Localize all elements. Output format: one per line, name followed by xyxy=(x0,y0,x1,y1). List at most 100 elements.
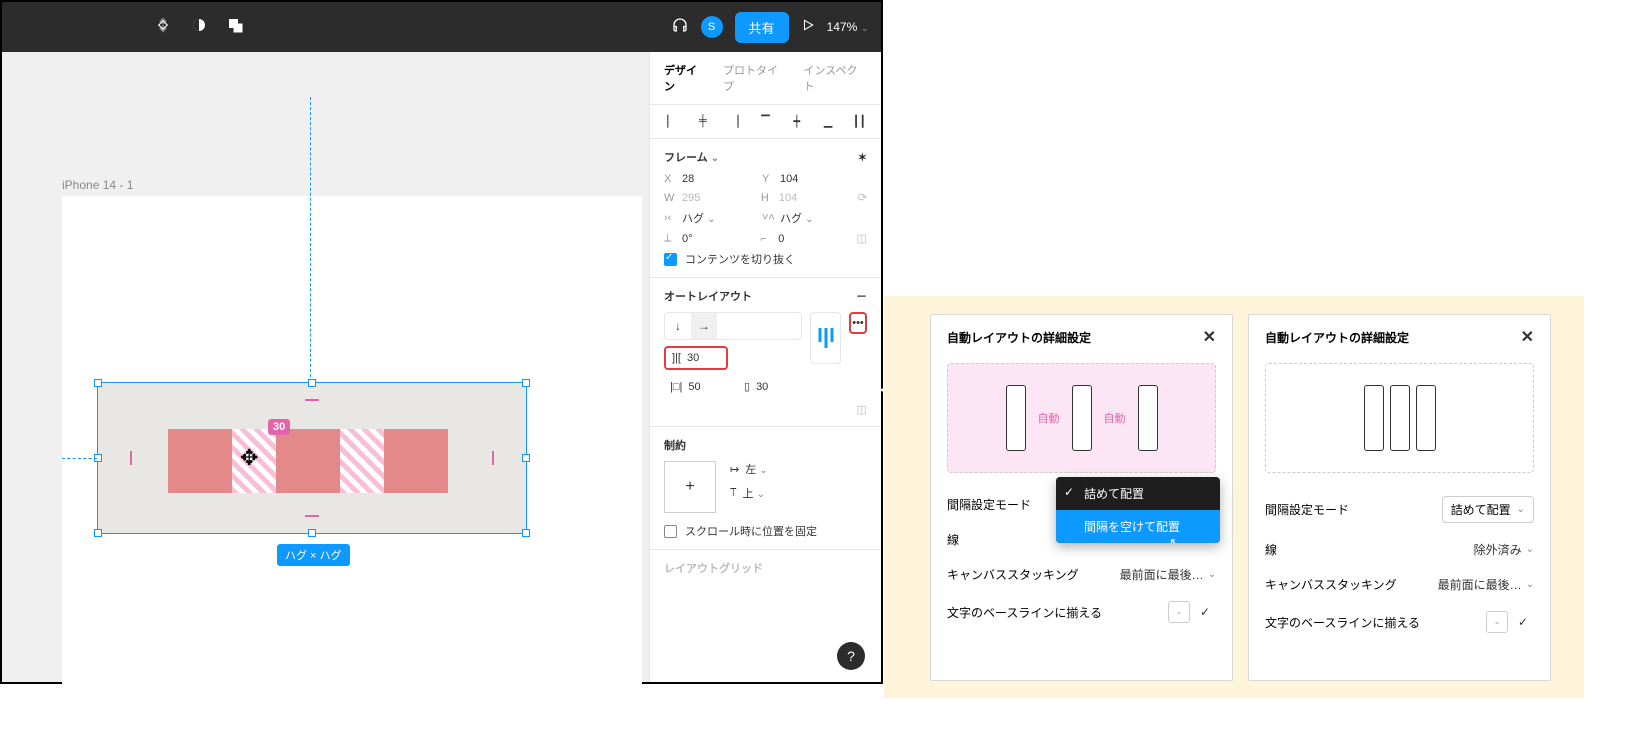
section-frame: フレーム ⌄ ✶ X28 Y104 W295 H104 ⟳ ›‹ハグ ⌄ ˅˄ハ… xyxy=(650,139,881,278)
baseline-off[interactable]: - xyxy=(1486,611,1508,633)
tab-inspect[interactable]: インスペクト xyxy=(803,62,867,94)
guide-vertical xyxy=(310,97,312,392)
strokes-label: 線 xyxy=(947,531,959,548)
link-wh-icon[interactable]: ⟳ xyxy=(858,191,867,204)
independent-corners-icon[interactable]: ◫ xyxy=(857,232,867,245)
constraint-v[interactable]: 上 ⌄ xyxy=(743,485,765,501)
adv-title: 自動レイアウトの詳細設定 xyxy=(947,329,1091,346)
padding-h-input[interactable]: |□|50 xyxy=(664,376,728,397)
boolean-icon[interactable] xyxy=(226,16,244,39)
align-top-icon[interactable]: ▔ xyxy=(758,115,773,128)
close-icon[interactable]: ✕ xyxy=(1521,327,1534,347)
spacing-mode-dropdown: 詰めて配置 間隔を空けて配置 ↖ xyxy=(1056,477,1220,543)
angle-icon: ⟂ xyxy=(664,232,676,245)
help-button[interactable]: ? xyxy=(837,642,865,670)
child-rect[interactable] xyxy=(168,429,232,493)
clip-label: コンテンツを切り抜く xyxy=(685,251,795,267)
section-autolayout: オートレイアウト－ ↓ → ]|[30 |□|50 ▯30 xyxy=(650,278,881,427)
gap-badge: 30 xyxy=(268,419,290,435)
tab-design[interactable]: デザイン xyxy=(664,62,707,94)
close-icon[interactable]: ✕ xyxy=(1203,327,1216,347)
baseline-on[interactable]: ✓ xyxy=(1512,611,1534,633)
strokes-label: 線 xyxy=(1265,541,1277,558)
cursor-icon: ↖ xyxy=(1169,535,1180,543)
clip-checkbox[interactable] xyxy=(664,253,677,266)
preview-spacebetween: 自動 自動 xyxy=(947,363,1216,473)
move-cursor-icon: ✥ xyxy=(240,445,258,471)
direction-horizontal[interactable]: → xyxy=(691,313,717,339)
stacking-label: キャンバススタッキング xyxy=(1265,576,1397,593)
autolayout-children xyxy=(168,429,448,493)
frame-name[interactable]: iPhone 14 - 1 xyxy=(62,178,133,192)
mask-icon[interactable] xyxy=(190,16,208,39)
zoom-level[interactable]: 147% ⌄ xyxy=(827,20,869,34)
section-layoutgrid: レイアウトグリッド xyxy=(650,550,881,594)
baseline-on[interactable]: ✓ xyxy=(1194,601,1216,623)
gap-input[interactable]: ]|[30 xyxy=(664,346,728,370)
inspector-panel: デザイン プロトタイプ インスペクト ▏ ╪ ▕ ▔ ┿ ▁ ┃┃ フレーム ⌄… xyxy=(649,52,881,682)
prop-x[interactable]: 28 xyxy=(682,173,732,185)
constraint-h[interactable]: 左 ⌄ xyxy=(745,461,767,477)
hug-h[interactable]: ハグ ⌄ xyxy=(780,210,813,226)
advanced-panel-1: 自動レイアウトの詳細設定 ✕ 自動 自動 間隔設定モード 詰めて配置 間隔を空けて… xyxy=(930,314,1233,681)
canvas[interactable]: iPhone 14 - 1 30 ✥ xyxy=(2,52,649,682)
hug-w[interactable]: ハグ ⌄ xyxy=(682,210,715,226)
stacking-label: キャンバススタッキング xyxy=(947,566,1079,583)
alignment-grid[interactable] xyxy=(810,312,841,364)
distribute-icon[interactable]: ┃┃ xyxy=(852,115,867,128)
remove-autolayout-icon[interactable]: － xyxy=(856,288,867,304)
stacking-value[interactable]: 最前面に最後…⌄ xyxy=(1438,576,1534,593)
child-rect[interactable] xyxy=(384,429,448,493)
spacing-mode-label: 間隔設定モード xyxy=(1265,501,1349,518)
corner-icon: ⌐ xyxy=(760,233,772,245)
guide-horizontal xyxy=(62,458,97,459)
individual-padding-icon[interactable]: ◫ xyxy=(857,403,867,416)
share-button[interactable]: 共有 xyxy=(735,12,789,43)
baseline-off[interactable]: - xyxy=(1168,601,1190,623)
preview-packed xyxy=(1265,363,1534,473)
padding-v-icon: ▯ xyxy=(744,380,750,393)
align-hcenter-icon[interactable]: ╪ xyxy=(695,115,710,128)
spacing-mode-label: 間隔設定モード xyxy=(947,496,1031,513)
stacking-value[interactable]: 最前面に最後…⌄ xyxy=(1120,566,1216,583)
align-vcenter-icon[interactable]: ┿ xyxy=(789,115,804,128)
constraint-h-icon: ↦ xyxy=(730,463,739,476)
alignment-controls: ▏ ╪ ▕ ▔ ┿ ▁ ┃┃ xyxy=(650,105,881,139)
tab-prototype[interactable]: プロトタイプ xyxy=(723,62,787,94)
prop-y[interactable]: 104 xyxy=(780,173,830,185)
spacing-mode-select[interactable]: 詰めて配置⌄ xyxy=(1442,496,1534,523)
dropdown-space-between[interactable]: 間隔を空けて配置 xyxy=(1056,510,1220,543)
constraint-v-icon: ⟙ xyxy=(730,487,737,500)
baseline-label: 文字のベースラインに揃える xyxy=(1265,614,1420,631)
components-icon[interactable] xyxy=(154,16,172,39)
user-avatar[interactable]: S xyxy=(701,16,723,38)
selection-size-label: ハグ × ハグ xyxy=(277,544,350,566)
align-left-icon[interactable]: ▏ xyxy=(664,115,679,128)
autolayout-more-button[interactable]: ••• xyxy=(849,312,867,334)
dropdown-packed[interactable]: 詰めて配置 xyxy=(1056,477,1220,510)
figma-window: S 共有 147% ⌄ iPhone 14 - 1 xyxy=(0,0,883,684)
play-icon[interactable] xyxy=(801,18,815,37)
scroll-fix-label: スクロール時に位置を固定 xyxy=(685,523,817,539)
direction-buttons: ↓ → xyxy=(664,312,802,340)
strokes-value[interactable]: 除外済み⌄ xyxy=(1474,541,1534,558)
adv-title: 自動レイアウトの詳細設定 xyxy=(1265,329,1409,346)
gap-icon: ]|[ xyxy=(672,352,681,364)
prop-corner[interactable]: 0 xyxy=(778,233,828,245)
direction-vertical[interactable]: ↓ xyxy=(665,313,691,339)
prop-w[interactable]: 295 xyxy=(682,192,732,204)
align-bottom-icon[interactable]: ▁ xyxy=(820,115,835,128)
constraint-grid[interactable] xyxy=(664,461,716,513)
prop-h[interactable]: 104 xyxy=(779,192,829,204)
baseline-label: 文字のベースラインに揃える xyxy=(947,604,1102,621)
section-constraints: 制約 ↦左 ⌄ ⟙上 ⌄ スクロール時に位置を固定 xyxy=(650,427,881,550)
padding-h-icon: |□| xyxy=(670,381,682,393)
headphones-icon[interactable] xyxy=(671,16,689,39)
child-rect[interactable] xyxy=(276,429,340,493)
padding-v-input[interactable]: ▯30 xyxy=(738,376,802,397)
selected-frame[interactable]: 30 ✥ xyxy=(97,382,527,534)
resize-to-fit-icon[interactable]: ✶ xyxy=(858,151,867,164)
scroll-fix-checkbox[interactable] xyxy=(664,525,677,538)
align-right-icon[interactable]: ▕ xyxy=(727,115,742,128)
prop-rotation[interactable]: 0° xyxy=(682,233,732,245)
